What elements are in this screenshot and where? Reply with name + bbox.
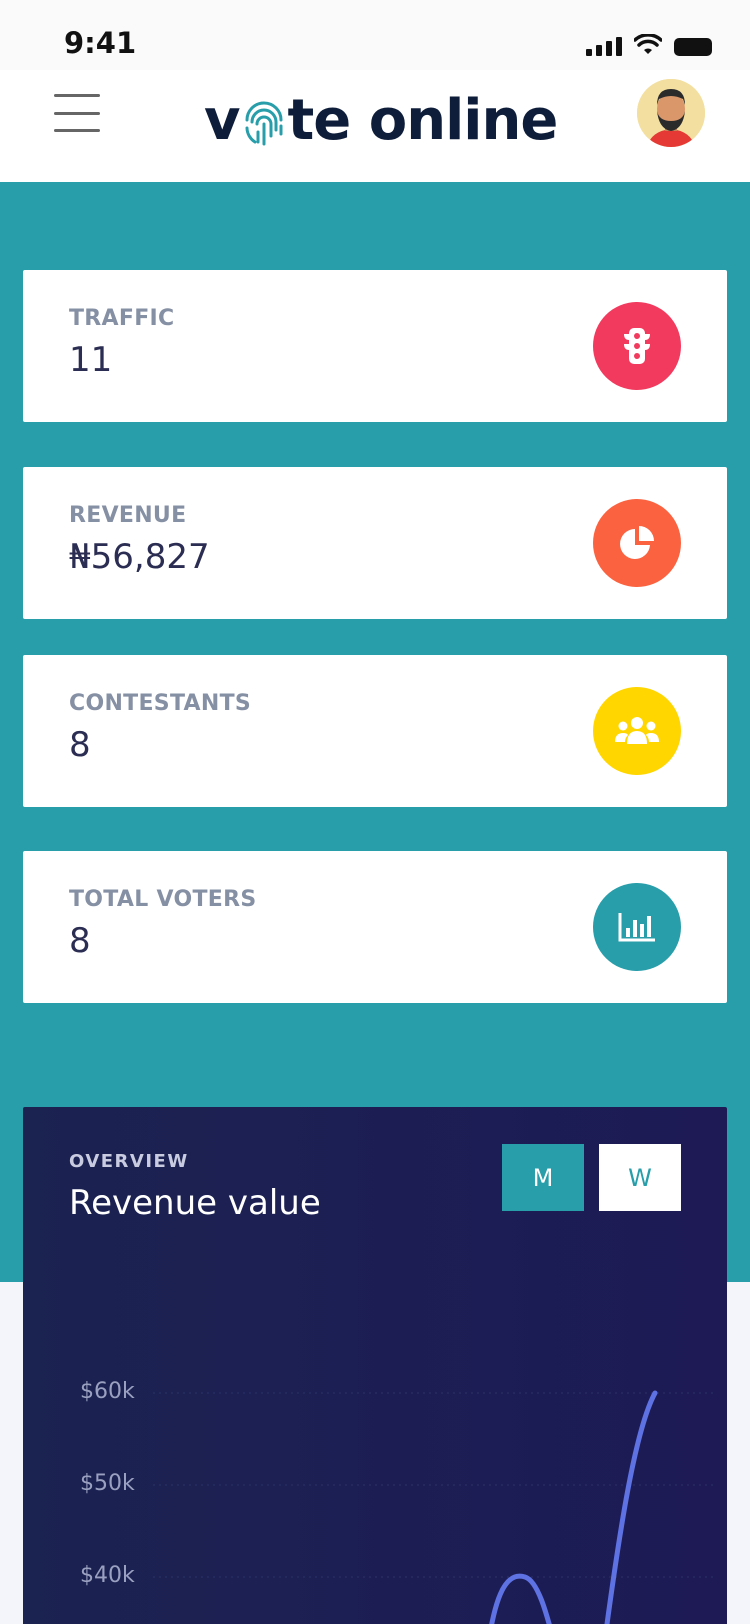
revenue-overview-card: OVERVIEW Revenue value M W $60k $50k $40… <box>23 1107 727 1624</box>
status-time: 9:41 <box>64 26 137 60</box>
card-value: 11 <box>69 340 113 380</box>
revenue-line-chart <box>153 1390 713 1624</box>
card-label: CONTESTANTS <box>69 691 252 716</box>
traffic-card[interactable]: TRAFFIC 11 <box>23 270 727 422</box>
app-screen: 9:41 v te online TRAFFIC 11 REVENUE ₦56,… <box>0 0 750 1624</box>
pie-chart-icon <box>593 499 681 587</box>
cellular-signal-icon <box>586 36 622 56</box>
status-bar: 9:41 <box>0 0 750 70</box>
users-icon <box>593 687 681 775</box>
user-avatar[interactable] <box>637 79 705 147</box>
wifi-icon <box>634 34 662 54</box>
contestants-card[interactable]: CONTESTANTS 8 <box>23 655 727 807</box>
revenue-series-line <box>489 1390 658 1624</box>
logo-text-end: te online <box>287 87 559 153</box>
fingerprint-icon <box>245 101 283 146</box>
card-value: 8 <box>69 921 91 961</box>
battery-icon <box>674 38 712 56</box>
logo-text-start: v <box>204 87 241 153</box>
status-icons <box>586 34 712 56</box>
app-header: v te online <box>0 70 750 182</box>
traffic-light-icon <box>593 302 681 390</box>
card-value: ₦56,827 <box>69 537 210 577</box>
total-voters-card[interactable]: TOTAL VOTERS 8 <box>23 851 727 1003</box>
avatar-portrait-icon <box>637 79 705 147</box>
card-label: TRAFFIC <box>69 306 175 331</box>
card-label: REVENUE <box>69 503 187 528</box>
card-label: TOTAL VOTERS <box>69 887 257 912</box>
bar-chart-icon <box>593 883 681 971</box>
vote-online-logo: v te online <box>204 84 559 156</box>
menu-icon[interactable] <box>54 94 100 132</box>
revenue-card[interactable]: REVENUE ₦56,827 <box>23 467 727 619</box>
card-value: 8 <box>69 725 91 765</box>
